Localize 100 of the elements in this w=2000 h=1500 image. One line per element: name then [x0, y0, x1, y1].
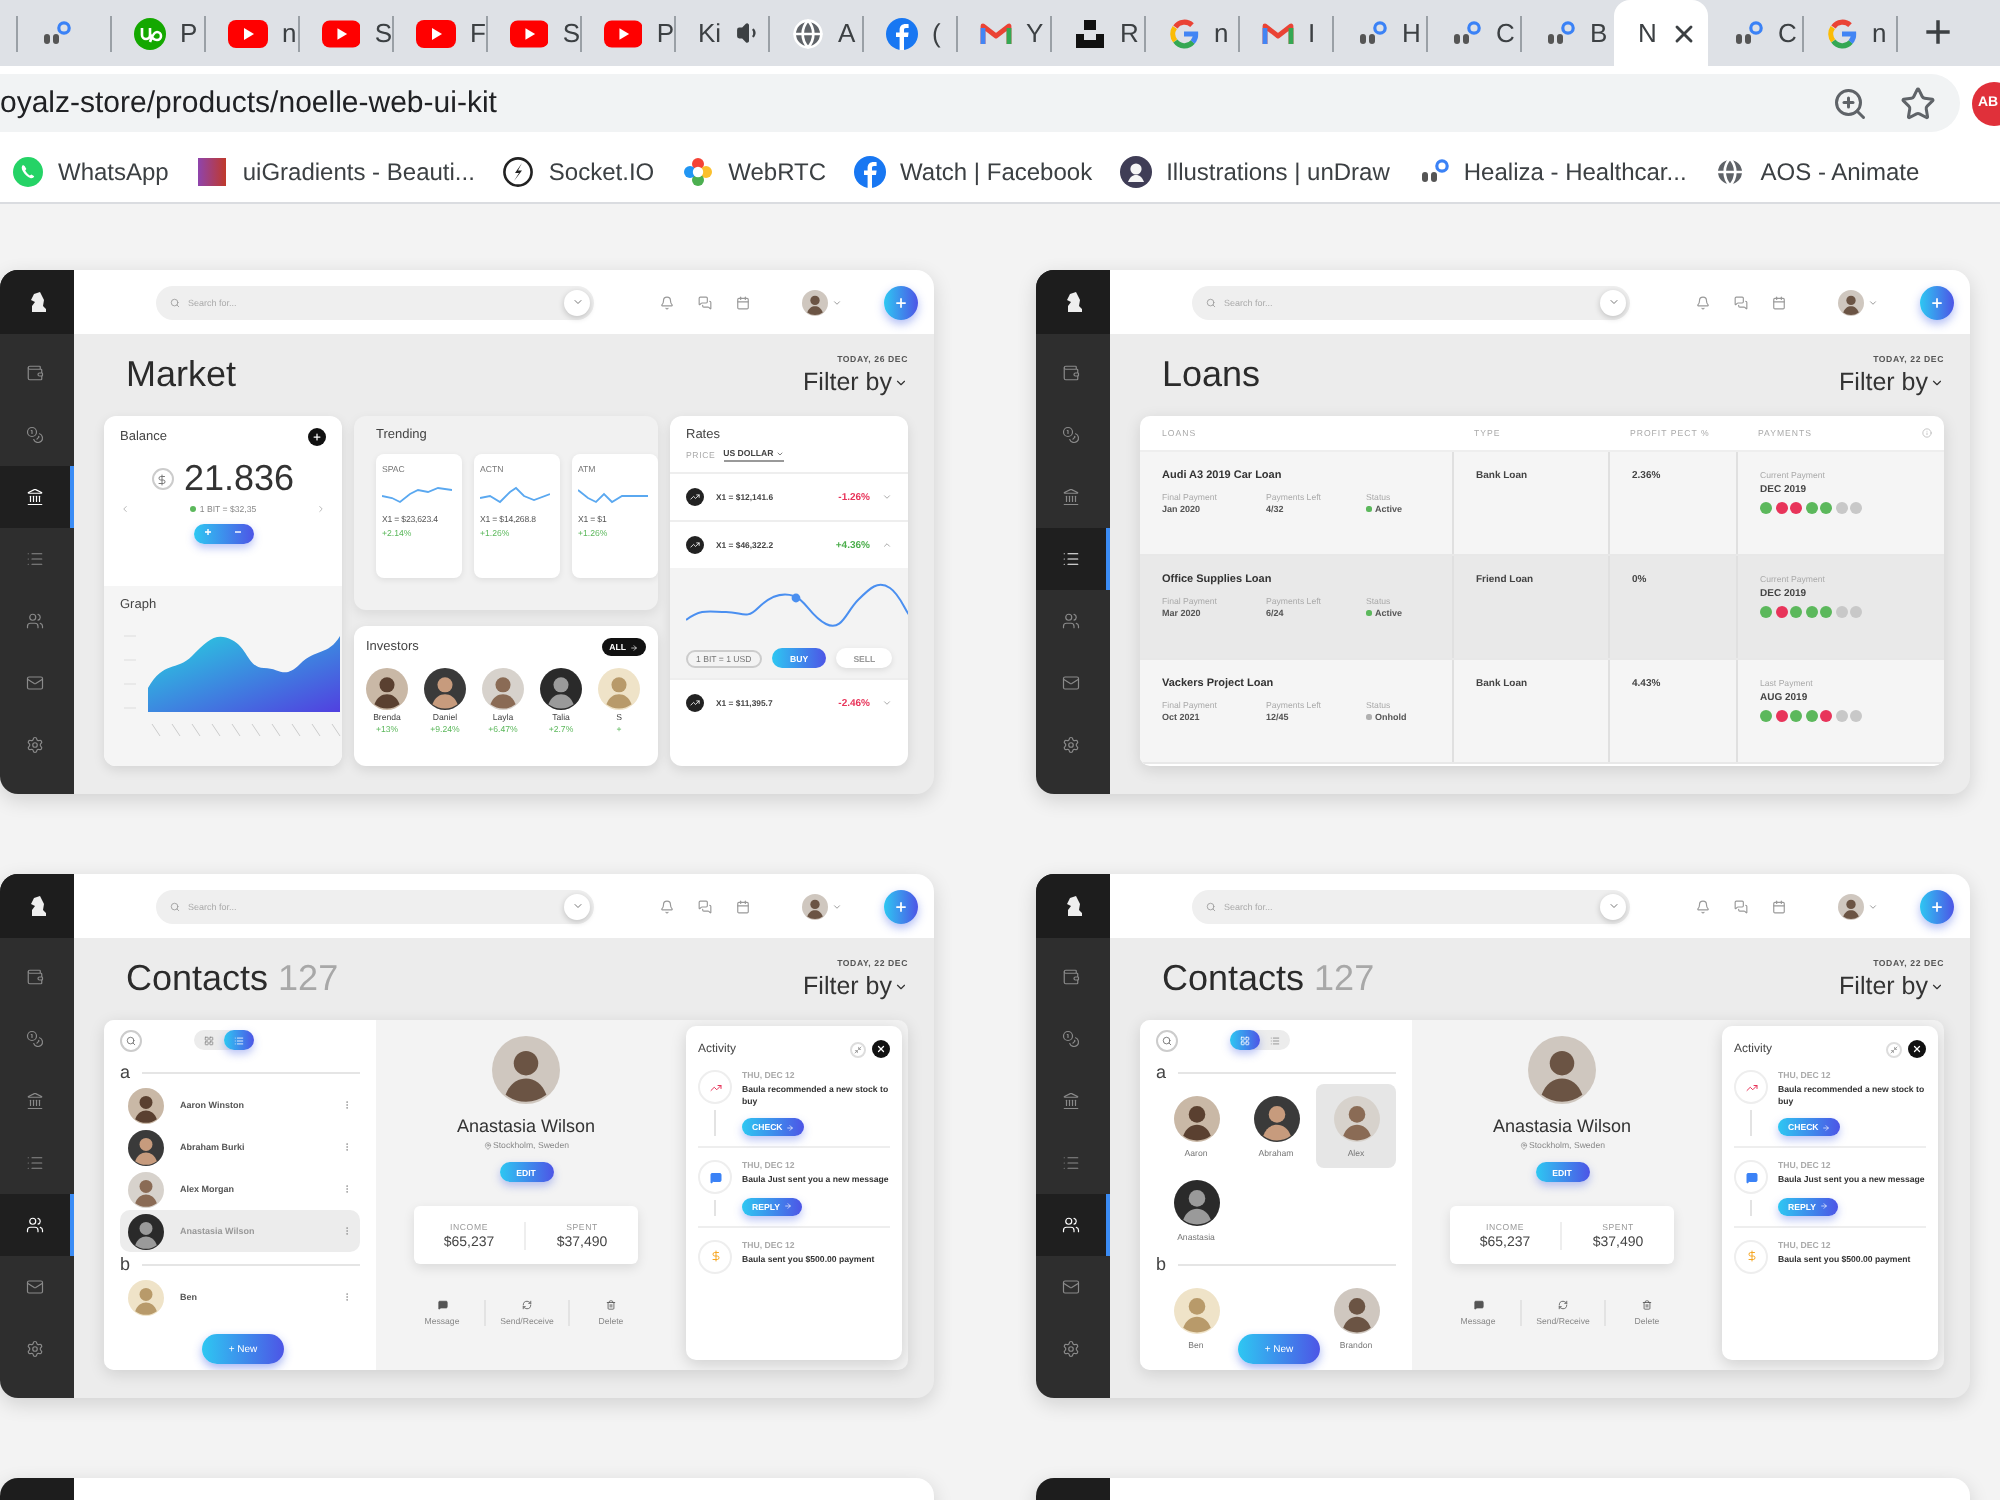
browser-tab[interactable]: Ki	[674, 0, 768, 66]
dropdown-button[interactable]	[1600, 893, 1626, 919]
bell-icon[interactable]	[1696, 899, 1710, 913]
avatar[interactable]	[1838, 289, 1864, 315]
dropdown-button[interactable]	[564, 289, 590, 315]
caret-icon[interactable]	[882, 540, 892, 550]
settings-icon	[26, 1340, 44, 1358]
browser-tab[interactable]: (	[862, 0, 956, 66]
bell-icon[interactable]	[660, 899, 674, 913]
bookmark[interactable]: Socket.IO	[502, 155, 655, 187]
browser-tab[interactable]: P	[110, 0, 204, 66]
avatar[interactable]	[540, 668, 582, 710]
chat-icon[interactable]	[698, 295, 712, 309]
trash-icon	[606, 1300, 616, 1310]
mail-icon	[1062, 1278, 1080, 1296]
filter-dropdown[interactable]: Filter by	[803, 972, 908, 1000]
avatar[interactable]	[366, 668, 408, 710]
play-icon	[228, 19, 268, 47]
browser-tab[interactable]: R	[1050, 0, 1144, 66]
chat-icon[interactable]	[698, 899, 712, 913]
calendar-icon[interactable]	[1772, 295, 1786, 309]
ring-icon	[1168, 17, 1200, 49]
calendar-icon[interactable]	[736, 899, 750, 913]
browser-tab[interactable]: H	[1332, 0, 1426, 66]
bookmark[interactable]: WebRTC	[682, 155, 827, 187]
browser-tab[interactable]: n	[204, 0, 298, 66]
filter-dropdown[interactable]: Filter by	[1839, 368, 1944, 396]
wallet-icon	[1062, 968, 1080, 986]
zoom-icon[interactable]	[1832, 85, 1868, 121]
avatar[interactable]	[802, 893, 828, 919]
bell-icon[interactable]	[660, 295, 674, 309]
avatar[interactable]	[1838, 893, 1864, 919]
calendar-icon[interactable]	[736, 295, 750, 309]
nav-item[interactable]	[0, 1194, 74, 1256]
bookmark[interactable]: Healiza - Healthcar...	[1417, 155, 1687, 187]
previous-icon[interactable]	[120, 504, 130, 514]
caret-icon[interactable]	[882, 492, 892, 502]
nav-item[interactable]	[0, 466, 74, 528]
bookmark[interactable]: WhatsApp	[12, 155, 169, 187]
new-tab-button[interactable]: +	[1924, 9, 1953, 57]
browser-tab[interactable]: B	[1520, 0, 1614, 66]
grid-view-button[interactable]	[1230, 1030, 1260, 1050]
browser-tab[interactable]: N	[1614, 0, 1708, 66]
nav-item[interactable]	[1036, 528, 1110, 590]
settings-icon	[1062, 1340, 1080, 1358]
bookmark[interactable]: AOS - Animate	[1714, 155, 1920, 187]
list-icon	[1270, 1035, 1280, 1045]
logo-icon	[1544, 17, 1576, 49]
play-icon	[322, 19, 361, 47]
collapse-button[interactable]	[1886, 1041, 1902, 1057]
logo-icon	[854, 155, 887, 187]
search-icon	[1162, 1035, 1172, 1045]
filter-dropdown[interactable]: Filter by	[803, 368, 908, 396]
browser-tab[interactable]: n	[1144, 0, 1238, 66]
users-icon	[1062, 612, 1080, 630]
browser-tab[interactable]: S	[486, 0, 580, 66]
close-button[interactable]	[1908, 1040, 1926, 1058]
search-button[interactable]	[120, 1029, 142, 1051]
chat-icon[interactable]	[1734, 899, 1748, 913]
pin-icon	[1519, 1141, 1527, 1149]
browser-tab[interactable]: I	[1238, 0, 1332, 66]
filter-dropdown[interactable]: Filter by	[1839, 972, 1944, 1000]
star-icon[interactable]	[1900, 85, 1936, 121]
browser-tab[interactable]: C	[1426, 0, 1520, 66]
bookmark[interactable]: Illustrations | unDraw	[1120, 155, 1390, 187]
browser-tab[interactable]: F	[392, 0, 486, 66]
add-button[interactable]	[308, 428, 326, 446]
browser-tab[interactable]: Y	[956, 0, 1050, 66]
bolt-icon	[502, 155, 535, 187]
nav-item[interactable]	[1036, 1194, 1110, 1256]
next-icon[interactable]	[315, 504, 326, 514]
browser-tab[interactable]: A	[768, 0, 862, 66]
list-view-button[interactable]	[224, 1030, 254, 1050]
caret-icon	[894, 375, 908, 389]
caret-icon[interactable]	[882, 698, 892, 708]
users-icon	[26, 1216, 44, 1234]
settings-icon	[1062, 736, 1080, 754]
caret-icon	[832, 297, 842, 307]
dropdown-button[interactable]	[1600, 289, 1626, 315]
close-button[interactable]	[872, 1040, 890, 1058]
search-button[interactable]	[1156, 1029, 1178, 1051]
logo-icon	[134, 17, 166, 49]
bookmark[interactable]: Watch | Facebook	[854, 155, 1093, 187]
calendar-icon[interactable]	[1772, 899, 1786, 913]
bell-icon[interactable]	[1696, 295, 1710, 309]
caret-icon	[1868, 297, 1878, 307]
browser-tab[interactable]: n	[1802, 0, 1896, 66]
avatar[interactable]	[802, 289, 828, 315]
browser-tab[interactable]: P	[580, 0, 674, 66]
caret-icon	[1868, 901, 1878, 911]
bookmark[interactable]: uiGradients - Beauti...	[196, 155, 475, 187]
chat-icon[interactable]	[1734, 295, 1748, 309]
browser-tab[interactable]: C	[1708, 0, 1802, 66]
dropdown-button[interactable]	[564, 893, 590, 919]
browser-tab[interactable]: S	[298, 0, 392, 66]
arrow-icon	[1822, 1123, 1831, 1132]
info-icon[interactable]	[1922, 428, 1932, 438]
avatar	[128, 1087, 164, 1123]
collapse-button[interactable]	[850, 1041, 866, 1057]
avatar[interactable]	[424, 668, 466, 710]
